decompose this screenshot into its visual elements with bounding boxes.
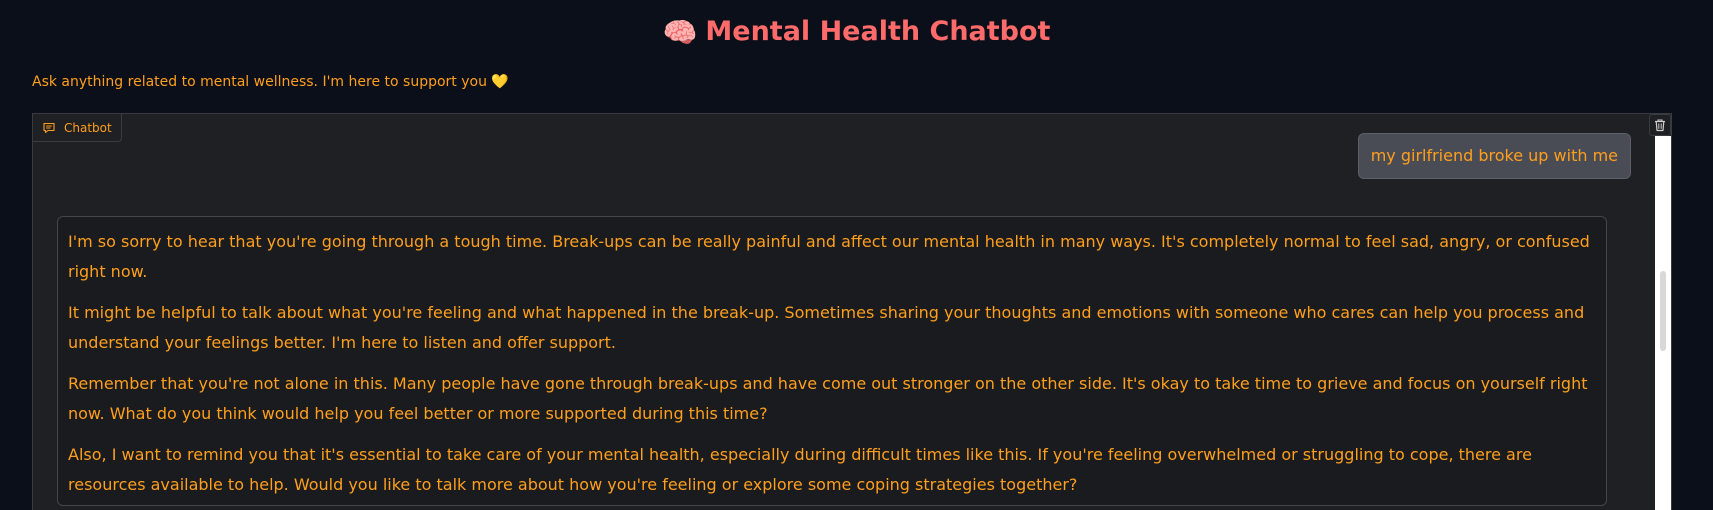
brain-icon: 🧠 [662,16,698,49]
page-title-text: Mental Health Chatbot [705,16,1051,47]
chatbot-label: Chatbot [33,114,122,142]
trash-icon [1655,119,1665,132]
assistant-paragraph: Also, I want to remind you that it's ess… [68,445,1532,494]
assistant-paragraph: Remember that you're not alone in this. … [68,374,1588,423]
assistant-paragraph: I'm so sorry to hear that you're going t… [68,232,1590,281]
page-subtitle: Ask anything related to mental wellness.… [32,74,509,90]
chat-scrollbar-thumb[interactable] [1660,271,1666,351]
app-page: 🧠 Mental Health Chatbot Ask anything rela… [0,0,1713,510]
chat-scrollbar[interactable] [1655,136,1671,510]
page-title: 🧠 Mental Health Chatbot [0,14,1713,51]
clear-chat-button[interactable] [1649,114,1671,136]
chat-bubble-icon [43,122,55,133]
chatbot-panel: Chatbot my girlfriend broke up with me I… [32,113,1672,510]
user-message: my girlfriend broke up with me [1357,133,1631,179]
assistant-paragraph: It might be helpful to talk about what y… [68,303,1585,352]
assistant-message: I'm so sorry to hear that you're going t… [57,216,1607,506]
chatbot-label-text: Chatbot [64,120,112,135]
